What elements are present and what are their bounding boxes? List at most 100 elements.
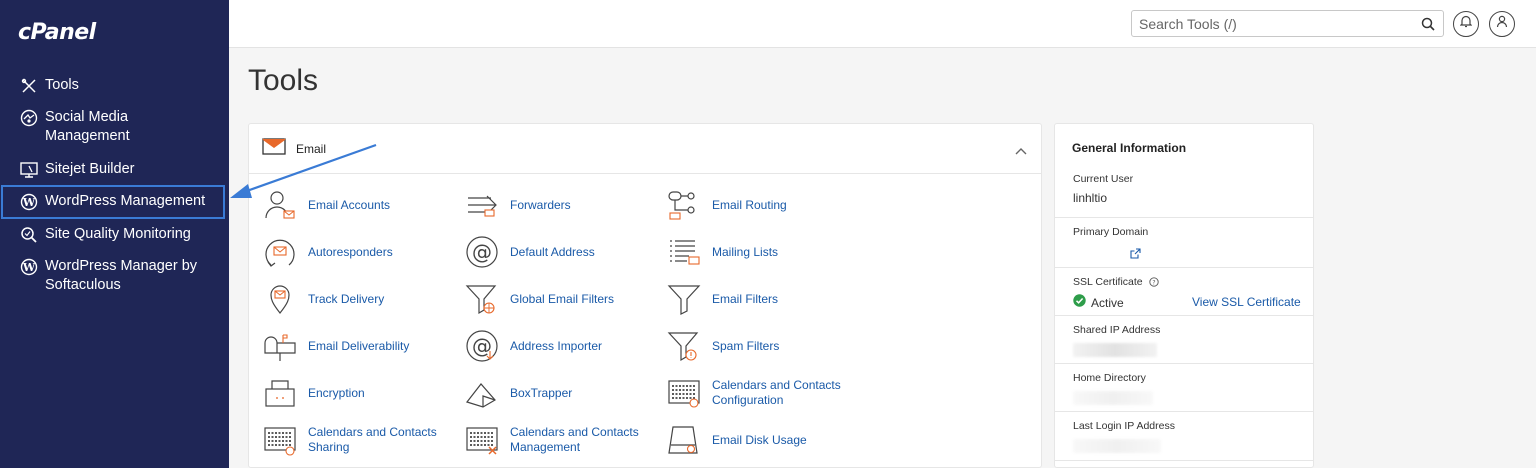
tool-label: Mailing Lists [712, 244, 779, 259]
home-directory-label: Home Directory [1073, 372, 1146, 384]
tool-calendars-contacts-configuration[interactable]: Calendars and Contacts Configuration [666, 375, 852, 411]
sidebar-item-wordpress-softaculous[interactable]: W WordPress Manager by Softaculous [0, 257, 229, 295]
ssl-certificate-label: SSL Certificate ? [1073, 276, 1159, 290]
tool-mailing-lists[interactable]: Mailing Lists [666, 234, 778, 270]
sidebar-item-site-quality[interactable]: Site Quality Monitoring [0, 225, 229, 245]
general-information-title: General Information [1072, 141, 1187, 155]
tool-forwarders[interactable]: Forwarders [464, 187, 571, 223]
user-menu-button[interactable] [1489, 11, 1515, 37]
svg-text:W: W [22, 261, 36, 274]
notifications-button[interactable] [1453, 11, 1479, 37]
tool-label: Email Routing [712, 197, 787, 212]
email-filters-icon [666, 281, 702, 317]
last-login-ip-label: Last Login IP Address [1073, 420, 1175, 432]
tool-calendars-contacts-sharing[interactable]: Calendars and Contacts Sharing [262, 422, 448, 458]
wordpress-icon: W [18, 192, 40, 212]
tool-default-address[interactable]: @ Default Address [464, 234, 595, 270]
wordpress-icon: W [18, 257, 40, 277]
divider [1055, 460, 1313, 461]
external-link-icon[interactable] [1130, 246, 1141, 264]
sidebar-item-label: Social Media Management [45, 109, 130, 144]
redacted-value [1073, 439, 1161, 453]
svg-text:@: @ [472, 334, 492, 358]
site-quality-icon [18, 225, 40, 245]
sidebar-item-wordpress-management[interactable]: W WordPress Management [1, 185, 225, 219]
sitejet-icon [18, 160, 40, 180]
search-box [1131, 10, 1444, 37]
tool-label: Forwarders [510, 197, 571, 212]
tool-label: Email Filters [712, 291, 779, 306]
svg-text:?: ? [1152, 280, 1155, 287]
tool-autoresponders[interactable]: Autoresponders [262, 234, 393, 270]
search-icon[interactable] [1417, 13, 1439, 35]
tool-email-routing[interactable]: Email Routing [666, 187, 787, 223]
chevron-up-icon[interactable] [1015, 142, 1027, 160]
sidebar-item-label: Sitejet Builder [45, 161, 135, 177]
search-input[interactable] [1132, 15, 1417, 32]
sidebar-item-sitejet[interactable]: Sitejet Builder [0, 160, 229, 180]
track-delivery-icon [262, 281, 298, 317]
tool-label: Track Delivery [308, 291, 385, 306]
shared-ip-label: Shared IP Address [1073, 324, 1161, 336]
tool-label: Calendars and Contacts Configuration [712, 378, 841, 407]
cpanel-logo[interactable]: cPanel [18, 20, 96, 45]
tool-track-delivery[interactable]: Track Delivery [262, 281, 384, 317]
tool-global-email-filters[interactable]: Global Email Filters [464, 281, 614, 317]
divider [1055, 315, 1313, 316]
tool-address-importer[interactable]: @ Address Importer [464, 328, 602, 364]
tool-label: Encryption [308, 385, 365, 400]
social-media-icon [18, 108, 40, 128]
tool-spam-filters[interactable]: Spam Filters [666, 328, 779, 364]
redacted-value [1073, 391, 1153, 405]
sidebar-item-tools[interactable]: Tools [0, 76, 229, 96]
tool-email-disk-usage[interactable]: Email Disk Usage [666, 422, 807, 458]
ssl-status-text: Active [1091, 296, 1124, 310]
tool-label: Email Deliverability [308, 338, 410, 353]
tool-email-deliverability[interactable]: Email Deliverability [262, 328, 409, 364]
tool-label: Address Importer [510, 338, 603, 353]
calendar-config-icon [666, 375, 702, 411]
tool-label: Global Email Filters [510, 291, 615, 306]
annotation-arrow [230, 143, 377, 198]
sidebar-item-label: WordPress Manager by Softaculous [45, 258, 198, 293]
help-icon[interactable]: ? [1148, 277, 1159, 290]
primary-domain-label: Primary Domain [1073, 226, 1149, 238]
mailing-lists-icon [666, 234, 702, 270]
autoresponders-icon [262, 234, 298, 270]
view-ssl-certificate-link[interactable]: View SSL Certificate [1192, 295, 1301, 309]
calendar-sharing-icon [262, 422, 298, 458]
tool-label: Default Address [510, 244, 595, 259]
tool-boxtrapper[interactable]: BoxTrapper [464, 375, 572, 411]
user-icon [1496, 15, 1508, 33]
disk-usage-icon [666, 422, 702, 458]
check-circle-icon [1073, 294, 1086, 312]
tool-email-filters[interactable]: Email Filters [666, 281, 778, 317]
current-user-label: Current User [1073, 173, 1134, 185]
sidebar-item-label: Tools [45, 77, 79, 93]
sidebar-item-label: Site Quality Monitoring [45, 226, 191, 242]
email-routing-icon [666, 187, 702, 223]
boxtrapper-icon [464, 375, 500, 411]
current-user-value: linhltio [1073, 191, 1108, 205]
tools-icon [18, 76, 40, 96]
tool-label: Spam Filters [712, 338, 780, 353]
general-information-panel: General Information Current User linhlti… [1054, 123, 1314, 468]
svg-text:W: W [22, 196, 36, 209]
sidebar: cPanel Tools Social Media Management Sit… [0, 0, 229, 468]
spam-filters-icon [666, 328, 702, 364]
tool-label: Calendars and Contacts Management [510, 425, 639, 454]
redacted-value [1073, 343, 1157, 357]
top-bar [229, 0, 1536, 48]
divider [1055, 411, 1313, 412]
page-title: Tools [248, 64, 319, 97]
default-address-icon: @ [464, 234, 500, 270]
tool-calendars-contacts-management[interactable]: Calendars and Contacts Management [464, 422, 650, 458]
calendar-management-icon [464, 422, 500, 458]
sidebar-item-social-media[interactable]: Social Media Management [0, 108, 229, 146]
divider [1055, 267, 1313, 268]
svg-text:@: @ [472, 240, 492, 264]
sidebar-item-label: WordPress Management [45, 193, 206, 209]
ssl-certificate-label-text: SSL Certificate [1073, 276, 1143, 288]
forwarders-icon [464, 187, 500, 223]
tool-encryption[interactable]: Encryption [262, 375, 365, 411]
